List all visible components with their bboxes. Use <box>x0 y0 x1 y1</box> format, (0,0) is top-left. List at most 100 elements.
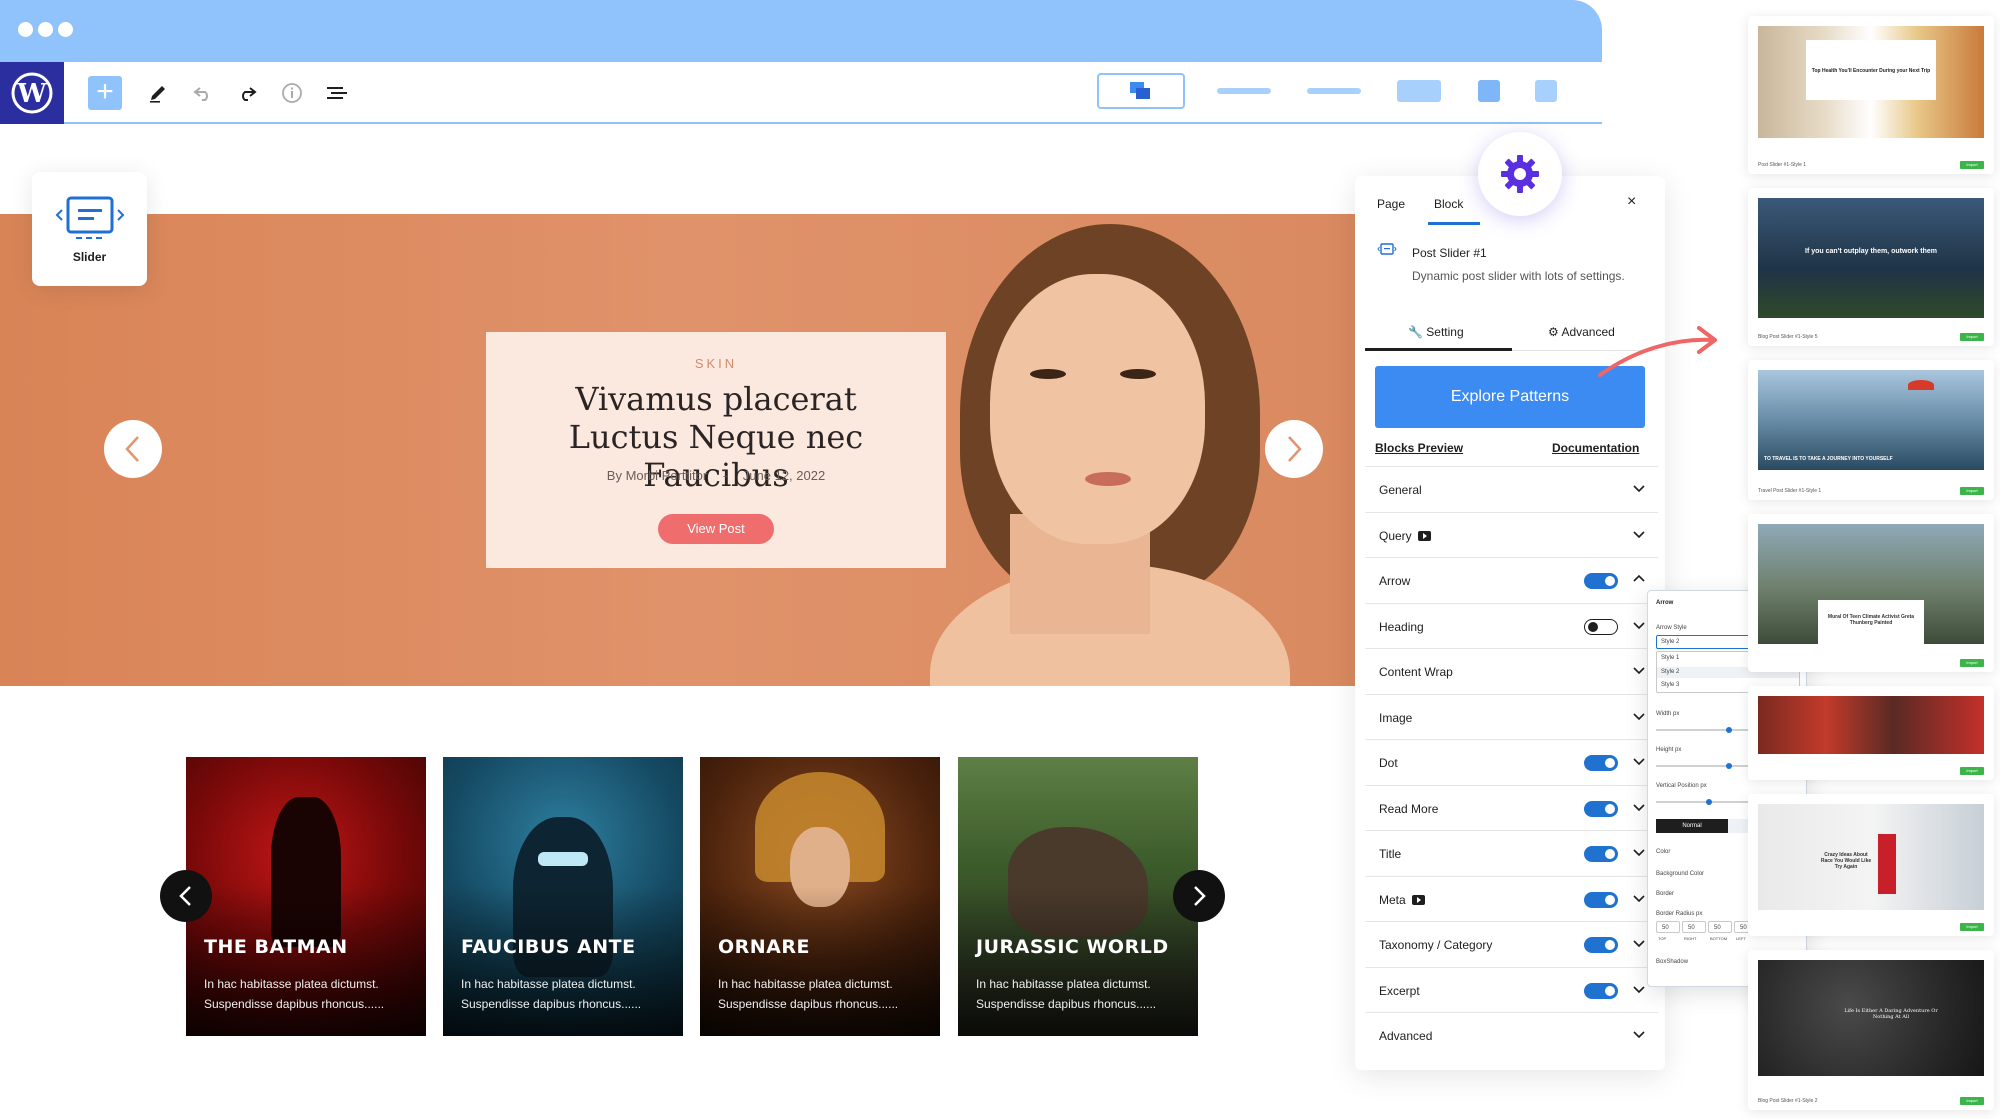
pattern-card[interactable]: Life Is Either A Daring Adventure Or Not… <box>1748 950 1994 1110</box>
settings-row-dot[interactable]: Dot <box>1365 739 1658 784</box>
undo-icon[interactable] <box>188 78 218 108</box>
cards-next-arrow[interactable] <box>1173 870 1225 922</box>
chevron-down-icon[interactable] <box>1632 936 1646 950</box>
redo-icon[interactable] <box>232 78 262 108</box>
chevron-down-icon[interactable] <box>1632 754 1646 768</box>
pattern-card[interactable]: Mural Of Teen Climate Activist Greta Thu… <box>1748 514 1994 672</box>
wordpress-logo-icon[interactable]: W <box>0 62 64 124</box>
post-card[interactable]: JURASSIC WORLD In hac habitasse platea d… <box>958 757 1198 1036</box>
radius-top-input[interactable]: 50 <box>1656 921 1680 933</box>
chevron-down-icon[interactable] <box>1632 709 1646 723</box>
settings-row-general[interactable]: General <box>1365 466 1658 511</box>
settings-row-heading[interactable]: Heading <box>1365 602 1658 648</box>
blocks-preview-link[interactable]: Blocks Preview <box>1375 441 1463 455</box>
card-title[interactable]: ORNARE <box>718 936 810 958</box>
width-slider[interactable] <box>1656 729 1756 731</box>
post-card[interactable]: FAUCIBUS ANTE In hac habitasse platea di… <box>443 757 683 1036</box>
pattern-card[interactable]: TO TRAVEL IS TO TAKE A JOURNEY INTO YOUR… <box>1748 360 1994 500</box>
video-tutorial-icon[interactable] <box>1417 530 1431 541</box>
block-library-button[interactable] <box>1097 73 1185 109</box>
section-toggle[interactable] <box>1584 846 1618 862</box>
chevron-up-icon[interactable] <box>1632 572 1646 586</box>
section-toggle[interactable] <box>1584 982 1618 999</box>
section-toggle[interactable] <box>1584 573 1618 589</box>
card-title[interactable]: FAUCIBUS ANTE <box>461 936 636 958</box>
state-tab-normal[interactable]: Normal <box>1656 819 1728 833</box>
add-block-button[interactable]: + <box>88 76 122 110</box>
settings-row-meta[interactable]: Meta <box>1365 875 1658 921</box>
chevron-down-icon[interactable] <box>1632 982 1646 996</box>
hero-prev-arrow[interactable] <box>104 420 162 478</box>
vertical-position-handle[interactable] <box>1706 799 1712 805</box>
info-icon[interactable] <box>277 78 307 108</box>
radius-right-input[interactable]: 50 <box>1682 921 1706 933</box>
chevron-down-icon[interactable] <box>1632 663 1646 677</box>
width-slider-handle[interactable] <box>1726 727 1732 733</box>
pattern-import-button[interactable]: Import <box>1960 1097 1984 1105</box>
section-toggle[interactable] <box>1584 937 1618 953</box>
settings-row-taxonomy-category[interactable]: Taxonomy / Category <box>1365 921 1658 966</box>
pattern-import-button[interactable]: Import <box>1960 659 1984 667</box>
hero-meta-separator: - <box>722 468 728 483</box>
arrow-style-option[interactable]: Style 3 <box>1661 682 1679 688</box>
chevron-down-icon[interactable] <box>1632 891 1646 905</box>
height-slider[interactable] <box>1656 765 1756 767</box>
settings-row-excerpt[interactable]: Excerpt <box>1365 966 1658 1012</box>
settings-row-title[interactable]: Title <box>1365 830 1658 875</box>
pattern-import-button[interactable]: Import <box>1960 161 1984 169</box>
chevron-down-icon[interactable] <box>1632 800 1646 814</box>
height-label: Height px <box>1656 747 1682 753</box>
settings-row-arrow[interactable]: Arrow <box>1365 557 1658 602</box>
window-dot-maximize[interactable] <box>58 22 73 37</box>
section-toggle[interactable] <box>1584 618 1618 635</box>
hero-category[interactable]: SKIN <box>486 356 946 371</box>
pattern-import-button[interactable]: Import <box>1960 767 1984 775</box>
window-dot-minimize[interactable] <box>38 22 53 37</box>
radius-bottom-input[interactable]: 50 <box>1708 921 1732 933</box>
cards-prev-arrow[interactable] <box>160 870 212 922</box>
pattern-import-button[interactable]: Import <box>1960 333 1984 341</box>
subtab-setting[interactable]: 🔧 Setting <box>1408 325 1464 339</box>
height-slider-handle[interactable] <box>1726 763 1732 769</box>
tab-page[interactable]: Page <box>1377 197 1405 211</box>
chevron-down-icon[interactable] <box>1632 527 1646 541</box>
pattern-import-button[interactable]: Import <box>1960 923 1984 931</box>
pattern-import-button[interactable]: Import <box>1960 487 1984 495</box>
chevron-right-icon <box>1194 886 1206 906</box>
chevron-down-icon[interactable] <box>1632 618 1646 632</box>
chevron-down-icon[interactable] <box>1632 845 1646 859</box>
section-toggle[interactable] <box>1584 755 1618 771</box>
pattern-card[interactable]: Import <box>1748 686 1994 780</box>
pattern-caption: Blog Post Slider #1-Style 2 <box>1758 1098 1818 1104</box>
chevron-down-icon[interactable] <box>1632 481 1646 495</box>
settings-row-content-wrap[interactable]: Content Wrap <box>1365 648 1658 693</box>
section-toggle[interactable] <box>1584 800 1618 817</box>
settings-gear-badge[interactable] <box>1478 132 1562 216</box>
list-view-icon[interactable] <box>322 78 352 108</box>
settings-row-query[interactable]: Query <box>1365 511 1658 557</box>
documentation-link[interactable]: Documentation <box>1552 441 1639 455</box>
card-title[interactable]: JURASSIC WORLD <box>976 936 1169 958</box>
video-tutorial-icon[interactable] <box>1411 894 1425 905</box>
section-toggle[interactable] <box>1584 891 1618 908</box>
tab-block[interactable]: Block <box>1434 197 1463 211</box>
settings-row-label: Read More <box>1379 801 1439 816</box>
settings-row-image[interactable]: Image <box>1365 693 1658 739</box>
post-card[interactable]: ORNARE In hac habitasse platea dictumst.… <box>700 757 940 1036</box>
view-post-button[interactable]: View Post <box>658 514 774 544</box>
window-dot-close[interactable] <box>18 22 33 37</box>
pattern-card[interactable]: If you can't outplay them, outwork them … <box>1748 188 1994 346</box>
slider-block-card[interactable]: Slider <box>32 172 147 286</box>
post-card[interactable]: THE BATMAN In hac habitasse platea dictu… <box>186 757 426 1036</box>
pencil-icon[interactable] <box>143 78 173 108</box>
hero-author[interactable]: By Morbi Porttitor <box>607 468 707 483</box>
close-icon[interactable]: × <box>1627 193 1636 211</box>
pattern-card[interactable]: Crazy Ideas About Race You Would Like Tr… <box>1748 794 1994 936</box>
arrow-style-option[interactable]: Style 1 <box>1661 655 1679 661</box>
chevron-down-icon[interactable] <box>1632 1027 1646 1041</box>
pattern-card[interactable]: Top Health You'll Encounter During your … <box>1748 16 1994 174</box>
card-title[interactable]: THE BATMAN <box>204 936 348 958</box>
settings-row-advanced[interactable]: Advanced <box>1365 1012 1658 1057</box>
hero-next-arrow[interactable] <box>1265 420 1323 478</box>
settings-row-read-more[interactable]: Read More <box>1365 784 1658 830</box>
